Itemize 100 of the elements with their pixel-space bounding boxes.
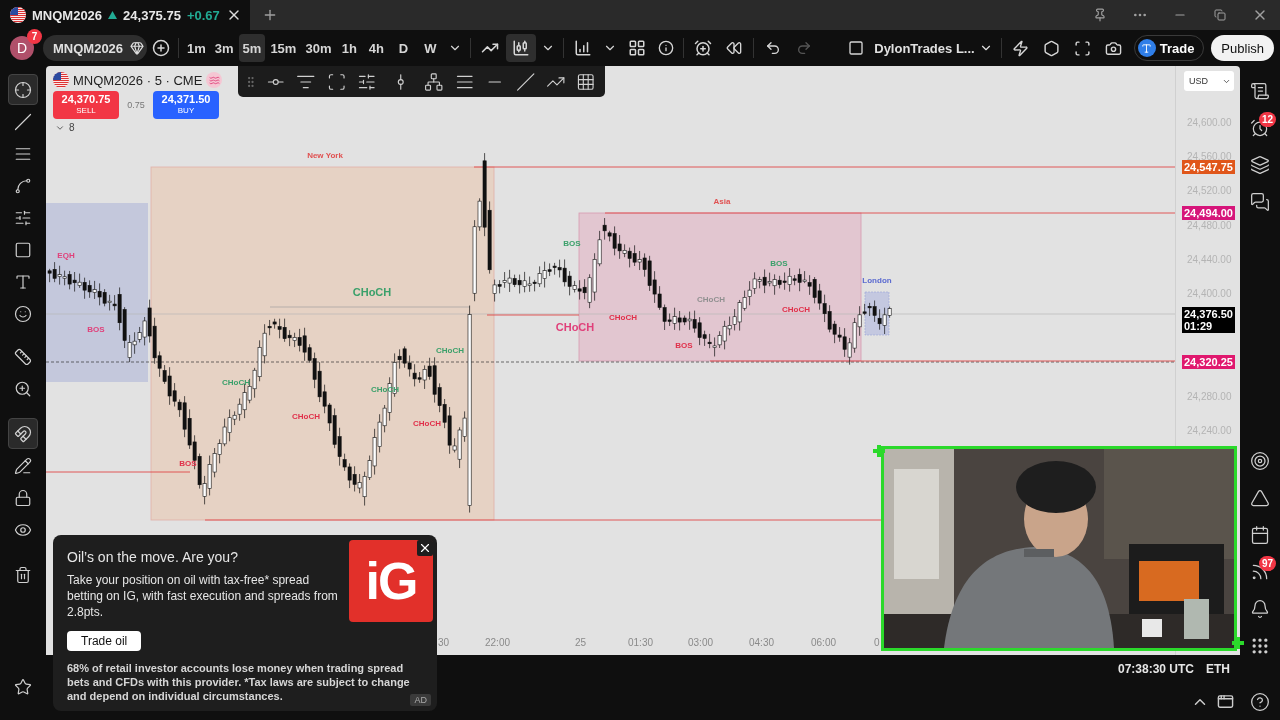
tab-change: +0.67 [186,7,220,23]
grid-icon[interactable] [576,71,596,92]
time-label: 04:30 [749,637,775,648]
chart-label: CHoCH [555,321,595,333]
layers-icon [1250,155,1270,175]
list-icon [1250,81,1270,101]
pencil-lock-icon [14,456,32,475]
interval-button[interactable]: 1h [336,34,363,62]
avatar[interactable]: D [10,36,34,60]
rectangle-icon[interactable] [326,71,347,92]
trade-logo-icon [1137,39,1156,57]
time-label: 01:30 [628,637,654,648]
chart-label: CHoCH [352,286,392,298]
calendar-icon [1250,525,1270,545]
chart-label: EQH [57,251,75,260]
fullscreen-icon [1074,39,1092,57]
trend-line-icon[interactable] [515,71,535,92]
chart-label: BOS [87,325,105,334]
time-label: 30 [438,637,450,648]
undo-icon [765,40,782,56]
price-badge: 24,320.25 [1182,355,1235,369]
time-label: 0 [874,637,880,648]
chart-label: CHoCH [292,412,320,421]
sell-button[interactable]: 24,370.75 SELL [53,91,119,119]
chart-tab[interactable]: MNQM2026 24,375.75 +0.67 [0,0,250,30]
triangle-icon [1250,488,1270,508]
currency-select[interactable]: USD [1184,71,1234,91]
trade-button[interactable]: Trade [1133,35,1205,61]
square-icon [848,40,865,56]
chart-label: CHoCH [609,313,637,322]
time-label: 22:00 [485,637,511,648]
indicators-toggle[interactable]: 8 [53,122,75,133]
session-button[interactable]: ETH [1206,662,1230,676]
magnet-icon [14,424,32,443]
price-badge: 24,376.50 01:29 [1182,307,1235,333]
spread-value: 0.75 [126,100,146,110]
square-icon [14,240,32,259]
alerts-badge: 12 [1258,112,1276,127]
alarm-clock-icon [694,39,713,57]
chart-label: BOS [675,341,693,350]
gem-icon [130,41,144,55]
plus-circle-icon [152,39,170,57]
drawing-tool-button[interactable] [8,418,38,449]
chart-label: BOS [770,259,788,268]
bell-icon [1250,599,1270,619]
info-icon [658,40,675,56]
publish-button[interactable]: Publish [1211,35,1274,61]
drawing-tool-button[interactable] [8,74,38,105]
interval-button[interactable]: W [417,34,444,62]
interval-button[interactable]: 15m [266,34,301,62]
bar-chart-icon [574,39,593,57]
time-label: 06:00 [811,637,837,648]
interval-button[interactable]: 1m [183,34,210,62]
waves-icon [206,72,223,88]
stream-button[interactable]: 97 [1244,556,1276,588]
interval-button[interactable]: 4h [363,34,390,62]
flag-icon [10,7,26,23]
time-label: 03:00 [688,637,714,648]
candles-button[interactable] [506,34,537,62]
ad-disclaimer: 68% of retail investor accounts lose money when trading spread bets and CFDs with this provider. *Tax laws are subject to change and depend on individual circumstances. [67,661,411,703]
ruler-icon [14,347,32,366]
buy-button[interactable]: 24,371.50 BUY [153,91,219,119]
star-icon [14,677,32,696]
chart-label: New York [307,151,343,160]
settings-icon [1043,39,1061,57]
close-icon [418,541,432,555]
alerts-button[interactable]: 12 [1244,112,1276,144]
layout-name-button[interactable]: DylonTrades L... [870,40,997,56]
tab-symbol: MNQM2026 [32,7,103,23]
lightning-icon [1012,39,1030,57]
symbol-field[interactable]: MNQM2026 [43,35,147,61]
tab-price: 24,375.75 [123,7,181,23]
chart-label: CHoCH [436,346,464,355]
ad-tag: AD [410,694,431,706]
chart-label: BOS [563,239,581,248]
clock-text: 07:38:30 UTC [1117,662,1194,676]
time-label: 25 [575,637,587,648]
help-icon [1250,692,1270,712]
pin-icon [1093,8,1107,22]
crosshair-icon [14,80,32,99]
sliders-icon[interactable] [357,71,377,92]
redo-icon [796,40,813,56]
interval-button[interactable]: 30m [301,34,336,62]
line-tool-icon [14,112,32,131]
interval-button[interactable]: 3m [210,34,238,62]
chat-icon [1250,192,1270,212]
interval-button[interactable]: D [390,34,417,62]
chart-label: London [862,276,892,285]
sliders-icon [14,208,32,227]
camera-icon [1105,39,1123,57]
text-icon [14,272,32,291]
nodes-icon [14,176,32,195]
window-icon[interactable] [1217,693,1234,710]
ad-title: Oil’s on the move. Are you? [67,549,239,565]
interval-button[interactable]: 5m [238,34,266,62]
price-badge: 24,494.00 [1182,206,1235,220]
lock-icon [14,488,32,507]
ig-logo: iG [349,540,433,622]
trade-oil-button[interactable]: Trade oil [67,631,142,651]
flag-icon [53,72,69,88]
